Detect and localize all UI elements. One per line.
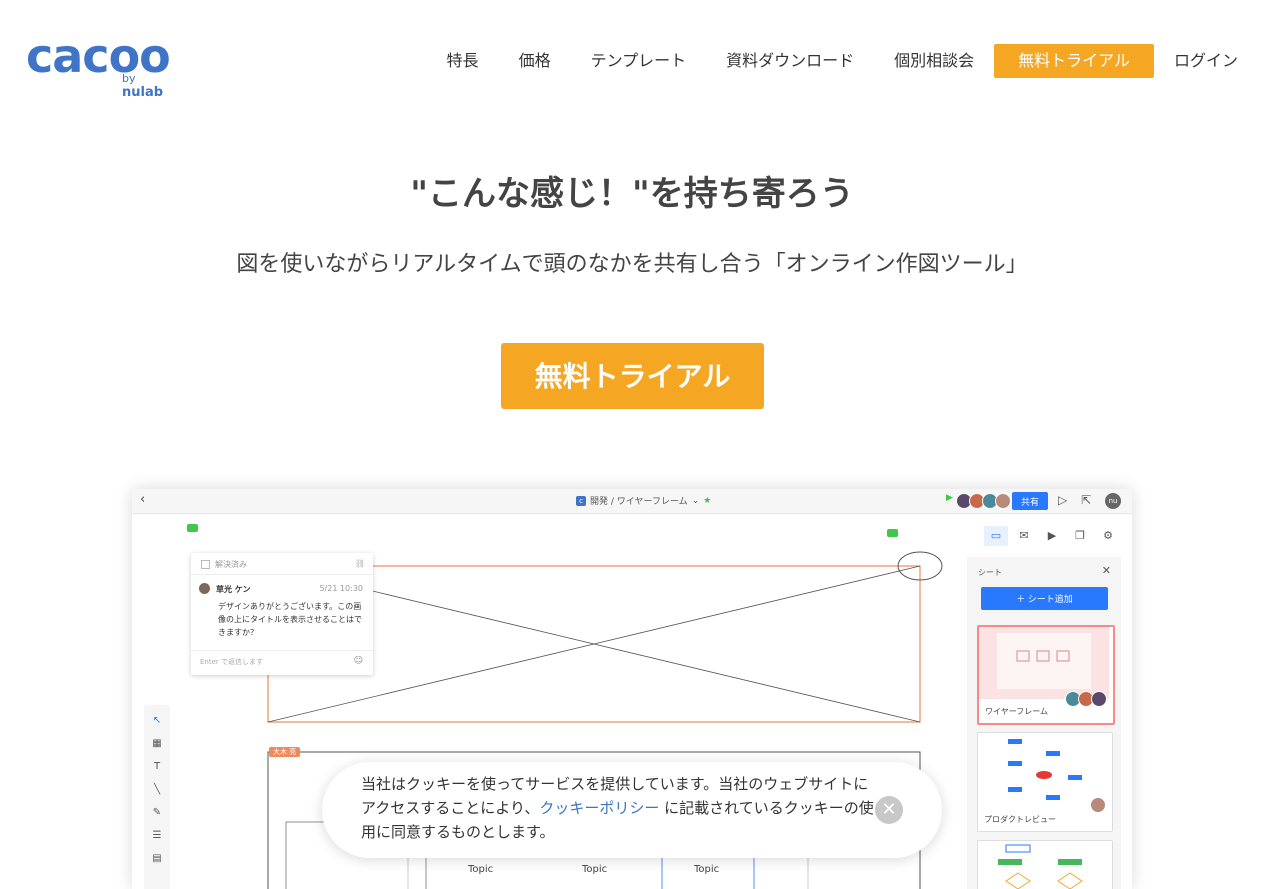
sheet-name: プロダクトレビュー xyxy=(984,815,1056,824)
breadcrumb: c 開発 / ワイヤーフレーム ⌄ ★ xyxy=(576,494,711,507)
sheet-name: ワイヤーフレーム xyxy=(985,707,1049,716)
back-chevron-icon[interactable]: ‹ xyxy=(140,492,145,507)
export-icon[interactable]: ⇱ xyxy=(1081,493,1091,507)
sheet-panel-title: シート xyxy=(978,568,1002,577)
select-tool-icon[interactable]: ↖ xyxy=(144,715,170,728)
nav-features[interactable]: 特長 xyxy=(447,44,479,78)
comment-time: 5/21 10:30 xyxy=(319,584,363,593)
cookie-policy-link[interactable]: クッキーポリシー xyxy=(539,799,659,817)
comment-tab-icon[interactable]: ✉ xyxy=(1012,526,1036,546)
nav-pricing[interactable]: 価格 xyxy=(519,44,551,78)
comment-marker-icon[interactable] xyxy=(887,529,898,537)
main-nav: 特長 価格 テンプレート 資料ダウンロード 個別相談会 無料トライアル ログイン xyxy=(447,44,1238,78)
nav-login[interactable]: ログイン xyxy=(1174,44,1238,78)
nav-free-trial-button[interactable]: 無料トライアル xyxy=(994,44,1154,78)
play-icon[interactable]: ▷ xyxy=(1058,493,1067,507)
nav-consultation[interactable]: 個別相談会 xyxy=(894,44,974,78)
link-icon[interactable]: ⛓ xyxy=(355,559,365,568)
topic-label: Topic xyxy=(693,864,719,875)
sheet-panel: シート ✕ ＋ シート追加 ワイヤーフレーム プロダクトレビュー xyxy=(967,557,1121,889)
resolved-checkbox[interactable]: 解決済み xyxy=(201,559,247,570)
topic-label: Topic xyxy=(467,864,493,875)
close-icon[interactable]: ✕ xyxy=(875,796,903,824)
sheet-preview xyxy=(1008,739,1082,800)
hero-title: "こんな感じ！"を持ち寄ろう xyxy=(410,174,854,214)
hero-free-trial-button[interactable]: 無料トライアル xyxy=(501,343,764,409)
avatar[interactable] xyxy=(994,493,1011,509)
comment-body: デザインありがとうございます。この画像の上にタイトルを表示させることはできますか… xyxy=(218,602,362,637)
user-avatar[interactable]: nu xyxy=(1105,493,1121,509)
chevron-down-icon[interactable]: ⌄ xyxy=(692,496,700,506)
cookie-text: 当社はクッキーを使ってサービスを提供しています。当社のウェブサイトにアクセスする… xyxy=(361,775,874,841)
video-tab-icon[interactable]: ▶ xyxy=(1040,526,1064,546)
breadcrumb-text: 開発 / ワイヤーフレーム xyxy=(590,497,688,507)
layers-tab-icon[interactable]: ❐ xyxy=(1068,526,1092,546)
share-button[interactable]: 共有 xyxy=(1012,492,1048,510)
sheet-thumbnail[interactable]: ワイヤーフレーム xyxy=(977,625,1115,725)
star-icon[interactable]: ★ xyxy=(703,496,711,506)
emoji-icon[interactable]: ☺ xyxy=(354,656,363,666)
hero-subtitle: 図を使いながらリアルタイムで頭のなかを共有し合う「オンライン作図ツール」 xyxy=(236,252,1028,277)
cacoo-logo[interactable]: cacoo by nulab xyxy=(26,29,176,100)
topic-label: Topic xyxy=(581,864,607,875)
reply-input[interactable]: Enter で返信します xyxy=(200,657,263,667)
sheet-thumbnail[interactable]: プロダクトレビュー xyxy=(977,732,1113,832)
sticky-tool-icon[interactable]: ▤ xyxy=(144,853,170,866)
cursor-icon: ▶ xyxy=(946,493,953,503)
comment-marker-icon[interactable] xyxy=(187,524,198,532)
logo-byline: by nulab xyxy=(122,72,164,100)
nav-downloads[interactable]: 資料ダウンロード xyxy=(726,44,854,78)
sheet-preview xyxy=(998,844,1083,889)
add-sheet-button[interactable]: ＋ シート追加 xyxy=(981,587,1108,610)
avatar xyxy=(199,583,210,594)
app-toolbar: ‹ c 開発 / ワイヤーフレーム ⌄ ★ ▶ 共有 ▷ ⇱ nu xyxy=(132,489,1132,514)
comment-author: 草光 ケン xyxy=(216,585,251,594)
cacoo-small-icon: c xyxy=(576,495,586,506)
sheet-preview xyxy=(979,627,1109,699)
nav-templates[interactable]: テンプレート xyxy=(591,44,687,78)
cursor-user-label: 大木 亮 xyxy=(269,747,301,757)
line-tool-icon[interactable]: ╲ xyxy=(144,784,170,797)
close-icon[interactable]: ✕ xyxy=(1102,564,1111,577)
tool-palette: ↖ ▦ T ╲ ✎ ☰ ▤ xyxy=(144,705,170,889)
right-panel-tabs: ▭ ✉ ▶ ❐ ⚙ xyxy=(984,526,1124,546)
gear-icon[interactable]: ⚙ xyxy=(1096,526,1120,546)
text-tool-icon[interactable]: T xyxy=(144,761,170,774)
table-tool-icon[interactable]: ☰ xyxy=(144,830,170,843)
sheet-tab-icon[interactable]: ▭ xyxy=(984,526,1008,546)
avatar xyxy=(1091,691,1107,707)
cookie-banner: 当社はクッキーを使ってサービスを提供しています。当社のウェブサイトにアクセスする… xyxy=(322,762,942,858)
pen-tool-icon[interactable]: ✎ xyxy=(144,807,170,820)
sheet-thumbnail[interactable] xyxy=(977,840,1113,889)
avatar xyxy=(1090,797,1106,813)
collaborator-avatars: ▶ xyxy=(946,493,1011,509)
comment-popup: 解決済み ⛓ 草光 ケン 5/21 10:30 デザインありがとうございます。こ… xyxy=(191,553,373,675)
shapes-tool-icon[interactable]: ▦ xyxy=(144,738,170,751)
